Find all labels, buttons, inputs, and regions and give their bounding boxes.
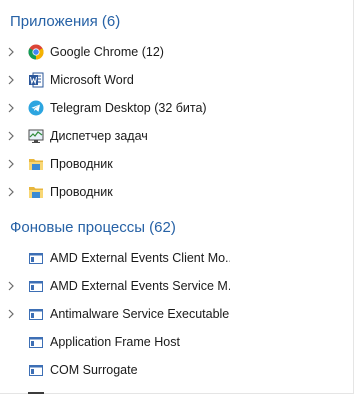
service-window-icon — [28, 278, 44, 294]
process-row-explorer-2[interactable]: Проводник — [0, 178, 352, 206]
process-row-chrome[interactable]: Google Chrome (12) — [0, 38, 352, 66]
process-name: AMD External Events Service M... — [50, 279, 230, 293]
chevron-right-icon[interactable] — [6, 47, 16, 57]
process-row-com-surrogate[interactable]: COM Surrogate — [0, 356, 352, 384]
chevron-right-icon[interactable] — [6, 75, 16, 85]
explorer-folder-icon — [28, 156, 44, 172]
process-name: Google Chrome (12) — [50, 45, 164, 59]
service-window-icon — [28, 306, 44, 322]
service-window-icon — [28, 250, 44, 266]
process-name: COM Surrogate — [50, 363, 138, 377]
process-row-antimalware[interactable]: Antimalware Service Executable — [0, 300, 352, 328]
process-name: Диспетчер задач — [50, 129, 148, 143]
service-window-icon — [28, 362, 44, 378]
apps-section-header[interactable]: Приложения (6) — [10, 11, 120, 33]
process-row-word[interactable]: Microsoft Word — [0, 66, 352, 94]
telegram-icon — [28, 100, 44, 116]
process-name: Проводник — [50, 185, 113, 199]
process-name: Application Frame Host — [50, 335, 180, 349]
process-row-telegram[interactable]: Telegram Desktop (32 бита) — [0, 94, 352, 122]
process-row-amd-client[interactable]: AMD External Events Client Mo... — [0, 244, 352, 272]
process-row-app-frame-host[interactable]: Application Frame Host — [0, 328, 352, 356]
chevron-right-icon[interactable] — [6, 159, 16, 169]
chevron-right-icon[interactable] — [6, 281, 16, 291]
service-window-icon — [28, 334, 44, 350]
background-processes-section-header[interactable]: Фоновые процессы (62) — [10, 217, 176, 239]
process-name: Microsoft Word — [50, 73, 134, 87]
task-manager-icon — [28, 128, 44, 144]
process-name: Telegram Desktop (32 бита) — [50, 101, 207, 115]
process-name: Antimalware Service Executable — [50, 307, 230, 321]
process-row-explorer-1[interactable]: Проводник — [0, 150, 352, 178]
process-row-task-manager[interactable]: Диспетчер задач — [0, 122, 352, 150]
chevron-right-icon[interactable] — [6, 187, 16, 197]
process-name: AMD External Events Client Mo... — [50, 251, 230, 265]
chevron-right-icon[interactable] — [6, 309, 16, 319]
chrome-icon — [28, 44, 44, 60]
chevron-right-icon[interactable] — [6, 131, 16, 141]
word-icon — [28, 72, 44, 88]
process-row-amd-service[interactable]: AMD External Events Service M... — [0, 272, 352, 300]
explorer-folder-icon — [28, 184, 44, 200]
chevron-right-icon[interactable] — [6, 103, 16, 113]
process-name: Проводник — [50, 157, 113, 171]
